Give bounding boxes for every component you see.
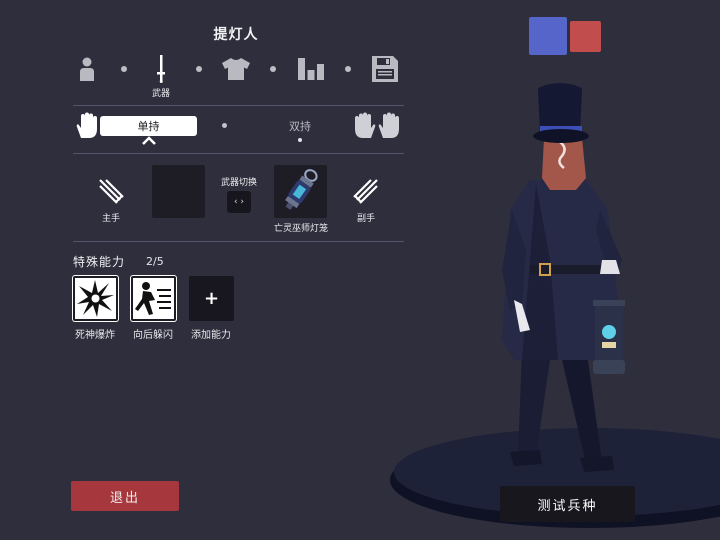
step-weapon-button[interactable]: [146, 54, 176, 84]
off-hand-label: 副手: [356, 214, 375, 224]
step-weapon-label: 武器: [151, 89, 170, 99]
main-hand-weapon-icon: [99, 179, 124, 204]
grip-dual-indicator: [298, 138, 302, 142]
team-blue-swatch[interactable]: [529, 17, 567, 55]
equipped-weapon-name: 亡灵巫师灯笼: [273, 224, 328, 234]
add-ability-button[interactable]: +: [189, 276, 234, 321]
weapon-switch-label: 武器切换: [220, 178, 257, 188]
ability-label: 向后躲闪: [133, 330, 173, 341]
step-stats-button[interactable]: [296, 54, 326, 84]
weapon-switch-button[interactable]: ‹ ›: [227, 191, 251, 213]
stats-icon: [298, 58, 324, 80]
section-divider: [73, 105, 404, 106]
explosion-icon: [77, 280, 114, 317]
off-hand-weapon-icon: [353, 179, 378, 204]
grip-dual-option[interactable]: 双持: [270, 118, 330, 134]
team-red-swatch[interactable]: [570, 21, 601, 52]
main-hand-slot[interactable]: [96, 176, 126, 206]
off-hand-slot[interactable]: [351, 176, 381, 206]
main-hand-label: 主手: [101, 214, 120, 224]
step-separator-dot: [121, 66, 127, 72]
step-outfit-button[interactable]: [221, 54, 251, 84]
section-divider: [73, 153, 404, 154]
grip-single-option[interactable]: 单持: [100, 116, 197, 136]
section-divider: [73, 241, 404, 242]
exit-button[interactable]: 退出: [71, 481, 179, 511]
ability-label: 添加能力: [191, 330, 231, 341]
off-hand-weapon-slot[interactable]: [274, 165, 327, 218]
main-hand-weapon-slot[interactable]: [152, 165, 205, 218]
ability-slot[interactable]: [131, 276, 176, 321]
abilities-title: 特殊能力: [73, 255, 126, 269]
step-body-button[interactable]: [72, 54, 102, 84]
grip-separator-dot: [222, 123, 227, 128]
dodge-back-icon: [135, 282, 171, 315]
step-separator-dot: [270, 66, 276, 72]
ability-slot[interactable]: [73, 276, 118, 321]
step-separator-dot: [345, 66, 351, 72]
step-separator-dot: [196, 66, 202, 72]
lantern-icon: [285, 169, 318, 210]
abilities-count: 2/5: [146, 255, 164, 268]
single-hand-icon: [74, 112, 98, 138]
character-preview: [390, 83, 720, 528]
ability-label: 死神爆炸: [75, 330, 115, 341]
plus-icon: +: [203, 288, 220, 309]
sword-icon: [157, 55, 165, 83]
unit-name-title: 提灯人: [213, 27, 259, 43]
character-model: [502, 83, 625, 472]
person-icon: [80, 57, 94, 81]
shirt-icon: [222, 58, 250, 80]
test-unit-button[interactable]: 测试兵种: [500, 486, 635, 522]
chevron-up-icon: [142, 136, 156, 145]
